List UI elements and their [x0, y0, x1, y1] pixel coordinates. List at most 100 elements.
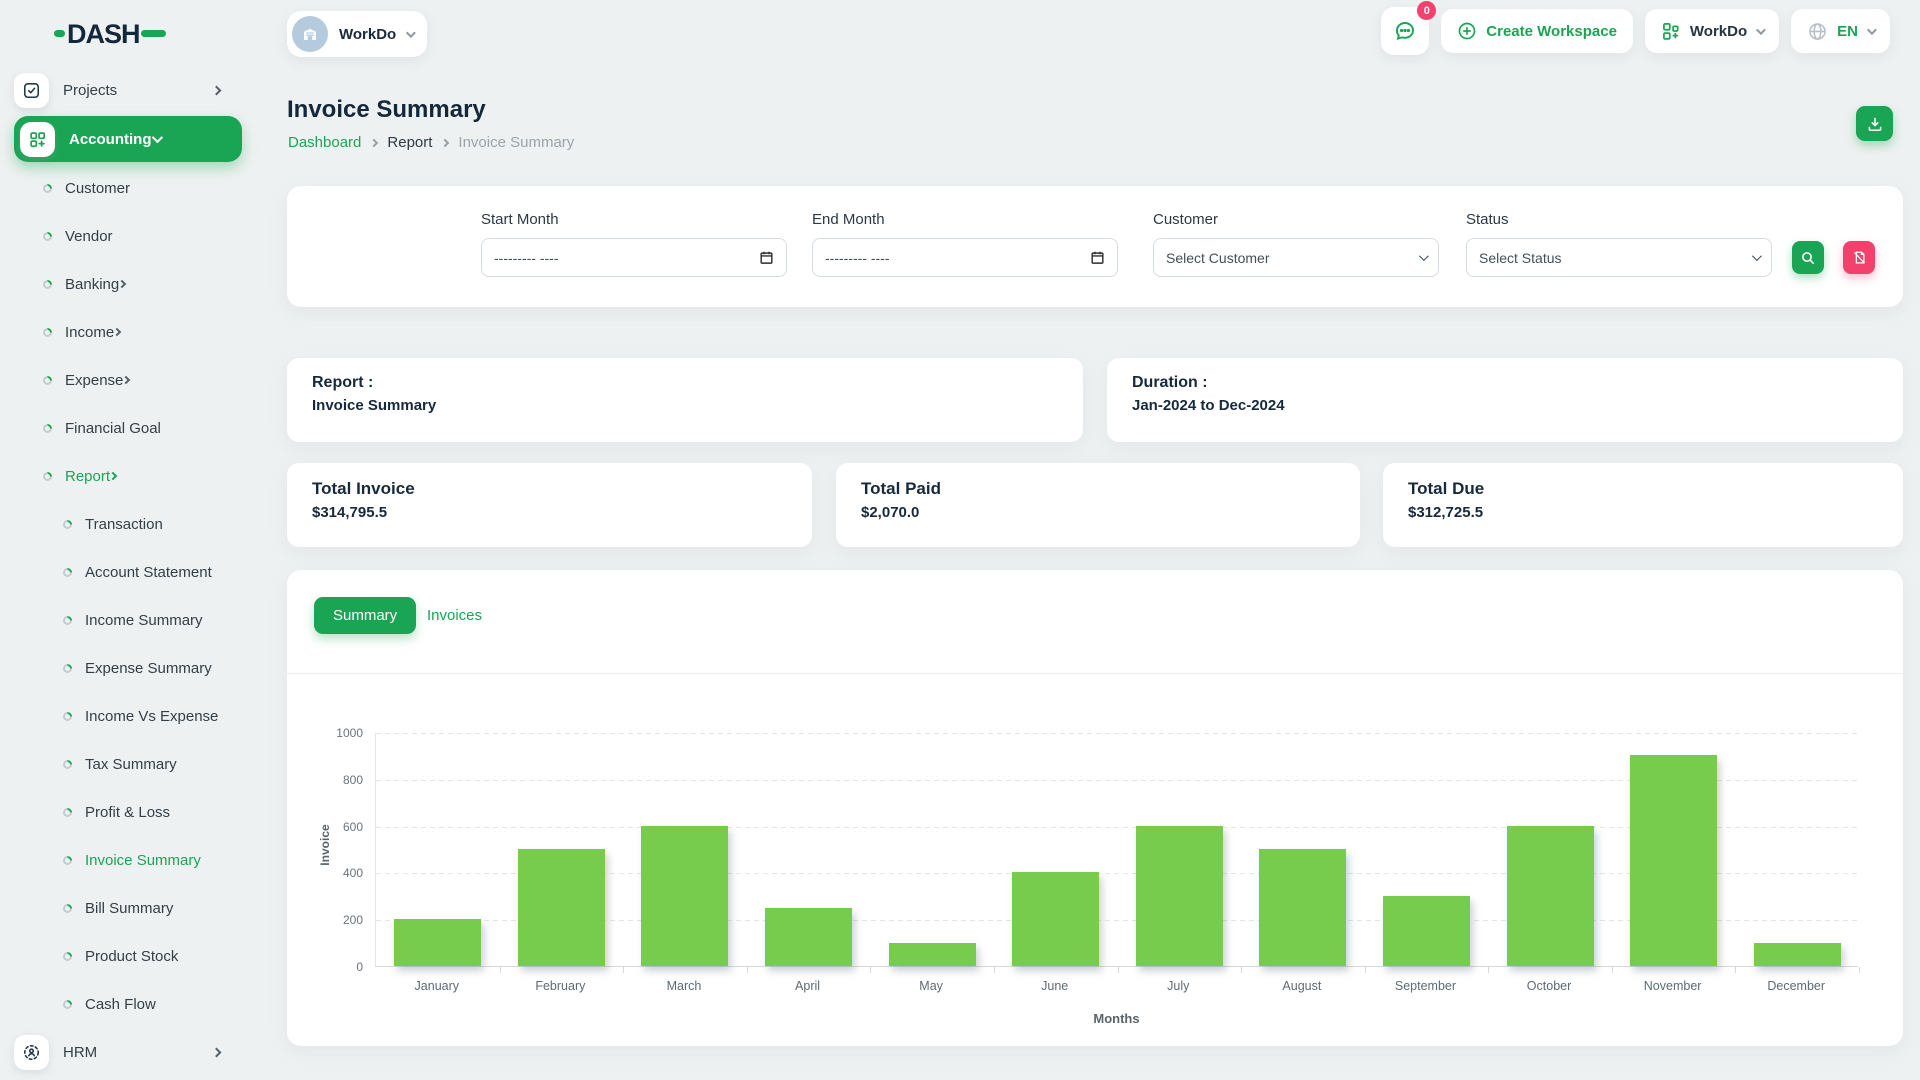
customer-select[interactable]: Select Customer	[1153, 238, 1439, 277]
messages-button[interactable]: 0	[1381, 7, 1429, 55]
sidebar-item-label: Vendor	[65, 228, 113, 245]
y-axis-tick-label: 200	[305, 913, 363, 927]
dash-logo[interactable]: DASH	[54, 15, 166, 56]
tab-invoices[interactable]: Invoices	[427, 607, 482, 624]
y-axis-tick-label: 1000	[305, 726, 363, 740]
breadcrumb-dashboard[interactable]: Dashboard	[288, 134, 361, 151]
sidebar-item-label: Expense	[65, 372, 123, 389]
sidebar-item-label: Projects	[63, 82, 117, 99]
bar-april	[765, 908, 852, 967]
x-axis-tick-label: November	[1611, 979, 1735, 993]
logo-text: DASH	[67, 19, 140, 49]
create-workspace-button[interactable]: Create Workspace	[1441, 9, 1633, 53]
workspace-menu-button[interactable]: WorkDo	[1645, 9, 1779, 53]
sidebar-item-label: Banking	[65, 276, 119, 293]
sidebar-item-label: Income Summary	[85, 612, 203, 629]
x-axis-tick-label: February	[499, 979, 623, 993]
bar-august	[1259, 849, 1346, 966]
start-month-input[interactable]: --------- ----	[481, 238, 787, 277]
chevron-down-icon	[1419, 251, 1429, 261]
stat-card-total-due: Total Due $312,725.5	[1383, 463, 1903, 547]
sidebar-item-income-summary[interactable]: Income Summary	[0, 596, 260, 644]
sidebar-item-bill-summary[interactable]: Bill Summary	[0, 884, 260, 932]
bullet-ring-icon	[41, 374, 54, 387]
breadcrumb-separator-icon	[441, 138, 449, 146]
plus-circle-icon	[1457, 21, 1477, 41]
sidebar-item-label: Tax Summary	[85, 756, 177, 773]
apply-filter-button[interactable]	[1792, 241, 1824, 274]
status-select[interactable]: Select Status	[1466, 238, 1772, 277]
report-card-value: Invoice Summary	[312, 397, 1083, 414]
bullet-ring-icon	[61, 662, 74, 675]
x-axis-tick-label: September	[1364, 979, 1488, 993]
sidebar-item-vendor[interactable]: Vendor	[0, 212, 260, 260]
bar-october	[1507, 826, 1594, 966]
bar-september	[1383, 896, 1470, 966]
breadcrumb-report[interactable]: Report	[387, 134, 432, 151]
sidebar-item-cash-flow[interactable]: Cash Flow	[0, 980, 260, 1028]
clear-filter-icon	[1852, 250, 1867, 265]
sidebar-item-income-vs-expense[interactable]: Income Vs Expense	[0, 692, 260, 740]
chat-bubble-icon	[1393, 19, 1417, 43]
sidebar-item-account-statement[interactable]: Account Statement	[0, 548, 260, 596]
breadcrumb-separator-icon	[370, 138, 378, 146]
bullet-ring-icon	[41, 182, 54, 195]
bullet-ring-icon	[61, 950, 74, 963]
chevron-right-icon	[122, 376, 130, 384]
filter-card: Start Month --------- ---- End Month ---…	[287, 186, 1903, 307]
sidebar-item-transaction[interactable]: Transaction	[0, 500, 260, 548]
tab-summary[interactable]: Summary	[314, 597, 416, 634]
y-axis-tick-label: 0	[305, 960, 363, 974]
x-axis-tick-label: July	[1117, 979, 1241, 993]
start-month-placeholder: --------- ----	[494, 250, 559, 266]
workspace-selector[interactable]: WorkDo	[287, 11, 427, 57]
stat-value: $2,070.0	[861, 504, 1360, 521]
x-axis-tick-label: June	[993, 979, 1117, 993]
sidebar-item-accounting[interactable]: Accounting	[14, 116, 242, 162]
status-label: Status	[1466, 211, 1509, 228]
stat-label: Total Due	[1408, 479, 1903, 499]
chevron-right-icon	[109, 472, 117, 480]
chart-x-axis-title: Months	[375, 1011, 1858, 1026]
duration-card-label: Duration :	[1132, 374, 1903, 392]
end-month-input[interactable]: --------- ----	[812, 238, 1118, 277]
sidebar-item-customer[interactable]: Customer	[0, 164, 260, 212]
bullet-ring-icon	[61, 710, 74, 723]
sidebar-item-label: Income Vs Expense	[85, 708, 218, 725]
bullet-ring-icon	[61, 614, 74, 627]
sidebar-item-hrm[interactable]: HRM	[0, 1028, 260, 1076]
bullet-ring-icon	[41, 422, 54, 435]
sidebar-item-product-stock[interactable]: Product Stock	[0, 932, 260, 980]
download-button[interactable]	[1856, 106, 1893, 141]
x-axis-tick	[1241, 967, 1242, 973]
status-select-value: Select Status	[1479, 250, 1562, 266]
stat-card-total-paid: Total Paid $2,070.0	[836, 463, 1360, 547]
customer-select-value: Select Customer	[1166, 250, 1269, 266]
sidebar-item-banking[interactable]: Banking	[0, 260, 260, 308]
sidebar-item-financial-goal[interactable]: Financial Goal	[0, 404, 260, 452]
sidebar-item-invoice-summary[interactable]: Invoice Summary	[0, 836, 260, 884]
invoice-bar-chart: Invoice Months 02004006008001000JanuaryF…	[287, 673, 1903, 1046]
workspace-menu-label: WorkDo	[1690, 23, 1747, 40]
x-axis-tick	[1735, 967, 1736, 973]
sidebar-item-report[interactable]: Report	[0, 452, 260, 500]
sidebar-item-projects[interactable]: Projects	[0, 66, 260, 114]
sidebar-item-label: HRM	[63, 1044, 97, 1061]
bullet-ring-icon	[61, 566, 74, 579]
bullet-ring-icon	[61, 518, 74, 531]
chevron-down-icon	[151, 132, 162, 143]
end-month-placeholder: --------- ----	[825, 250, 890, 266]
sidebar-item-profit-loss[interactable]: Profit & Loss	[0, 788, 260, 836]
workspace-grid-icon	[1661, 21, 1681, 41]
sidebar-item-expense-summary[interactable]: Expense Summary	[0, 644, 260, 692]
sidebar-item-income[interactable]: Income	[0, 308, 260, 356]
sidebar-item-expense[interactable]: Expense	[0, 356, 260, 404]
bullet-ring-icon	[61, 854, 74, 867]
chevron-right-icon	[113, 328, 121, 336]
reset-filter-button[interactable]	[1843, 241, 1875, 274]
language-selector[interactable]: EN	[1791, 9, 1890, 53]
stat-label: Total Paid	[861, 479, 1360, 499]
logo-green-dash-right	[141, 30, 166, 37]
stat-value: $314,795.5	[312, 504, 812, 521]
sidebar-item-tax-summary[interactable]: Tax Summary	[0, 740, 260, 788]
